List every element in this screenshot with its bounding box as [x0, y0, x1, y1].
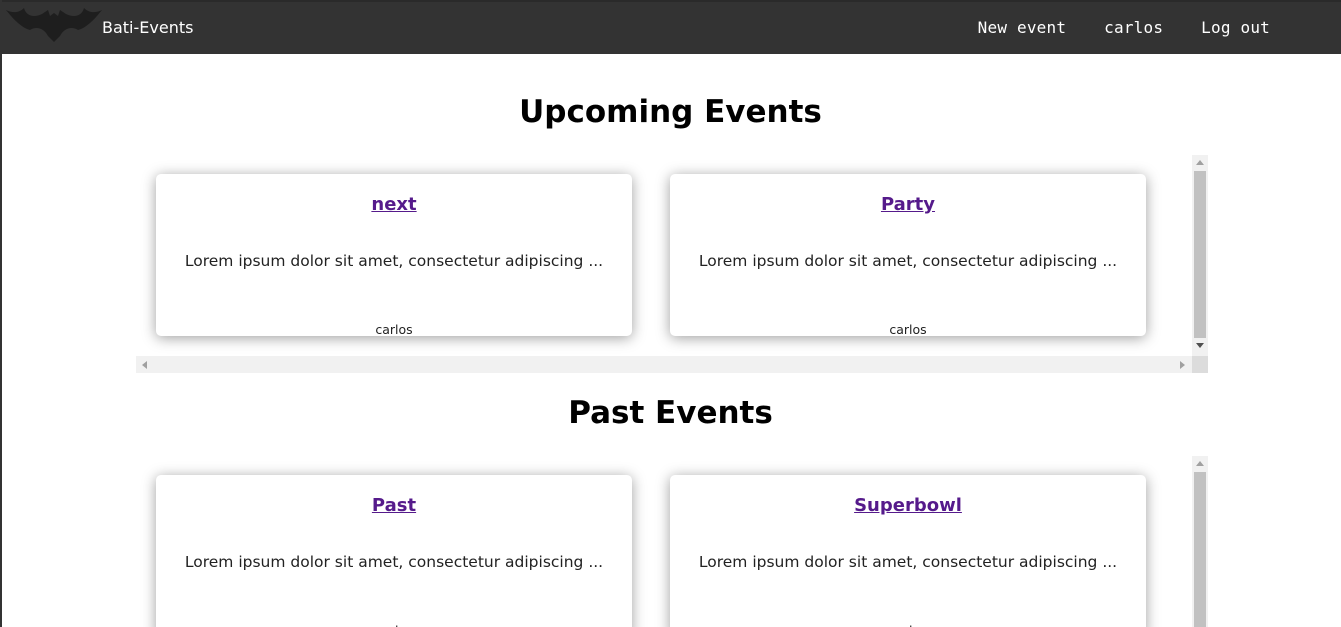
bat-logo-icon[interactable] — [6, 6, 102, 42]
event-author: carlos — [889, 322, 927, 337]
scroll-right-arrow-icon[interactable] — [1180, 361, 1185, 369]
event-card: next Lorem ipsum dolor sit amet, consect… — [156, 174, 632, 337]
event-description: Lorem ipsum dolor sit amet, consectetur … — [184, 252, 604, 270]
event-card: Superbowl Lorem ipsum dolor sit amet, co… — [670, 475, 1146, 627]
navbar: Bati-Events New event carlos Log out — [2, 2, 1341, 54]
event-title-link[interactable]: Past — [156, 495, 632, 516]
event-description: Lorem ipsum dolor sit amet, consectetur … — [698, 252, 1118, 270]
event-title-link[interactable]: Party — [670, 194, 1146, 215]
brand-link[interactable]: Bati-Events — [102, 18, 193, 37]
event-description: Lorem ipsum dolor sit amet, consectetur … — [698, 553, 1118, 571]
upcoming-events-scroll-area[interactable]: next Lorem ipsum dolor sit amet, consect… — [136, 155, 1208, 373]
scroll-up-arrow-icon[interactable] — [1196, 461, 1204, 466]
vertical-scroll-thumb[interactable] — [1194, 171, 1206, 338]
event-card: Past Lorem ipsum dolor sit amet, consect… — [156, 475, 632, 627]
event-author: carlos — [375, 322, 413, 337]
horizontal-scrollbar[interactable] — [136, 356, 1192, 373]
event-author: carlos — [156, 623, 632, 627]
nav-links: New event carlos Log out — [978, 18, 1270, 37]
scroll-left-arrow-icon[interactable] — [142, 361, 147, 369]
user-profile-link[interactable]: carlos — [1104, 18, 1163, 37]
vertical-scrollbar[interactable] — [1192, 456, 1208, 627]
past-events-heading: Past Events — [568, 395, 773, 431]
vertical-scroll-thumb[interactable] — [1194, 472, 1206, 627]
logout-link[interactable]: Log out — [1201, 18, 1270, 37]
past-events-scroll-area[interactable]: Past Lorem ipsum dolor sit amet, consect… — [136, 456, 1208, 627]
event-title-link[interactable]: next — [156, 194, 632, 215]
new-event-link[interactable]: New event — [978, 18, 1067, 37]
event-author: carlos — [670, 623, 1146, 627]
event-description: Lorem ipsum dolor sit amet, consectetur … — [184, 553, 604, 571]
scroll-up-arrow-icon[interactable] — [1196, 160, 1204, 165]
vertical-scrollbar[interactable] — [1192, 155, 1208, 356]
scrollbar-corner — [1192, 356, 1208, 373]
event-title-link[interactable]: Superbowl — [670, 495, 1146, 516]
upcoming-events-heading: Upcoming Events — [519, 94, 822, 130]
event-card: Party Lorem ipsum dolor sit amet, consec… — [670, 174, 1146, 337]
scroll-down-arrow-icon[interactable] — [1196, 343, 1204, 348]
